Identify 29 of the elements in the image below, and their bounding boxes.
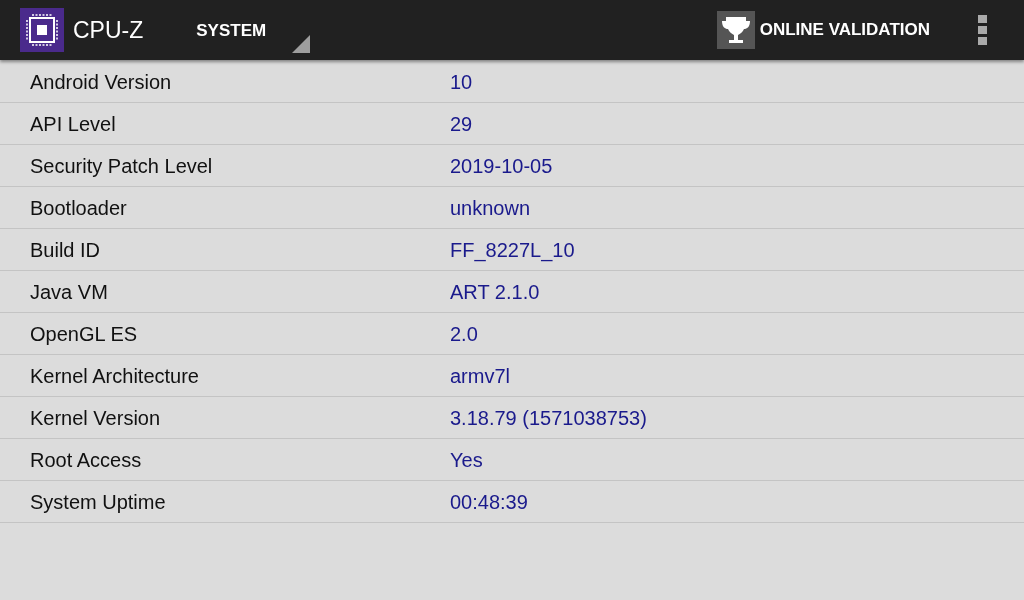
row-label: Kernel Architecture: [30, 363, 200, 389]
online-validation-button[interactable]: ONLINE VALIDATION: [716, 11, 930, 49]
trophy-icon: [716, 11, 755, 49]
row-value: 00:48:39: [450, 489, 528, 515]
row-label: Android Version: [30, 69, 173, 95]
row-value: ART 2.1.0: [450, 279, 540, 305]
row-label: API Level: [30, 111, 117, 137]
row-value: 2019-10-05: [450, 153, 553, 179]
row-value: 2.0: [450, 321, 478, 347]
row-label: Security Patch Level: [30, 153, 214, 179]
section-dropdown[interactable]: SYSTEM: [196, 5, 311, 55]
row-label: Build ID: [30, 237, 102, 263]
dropdown-corner-icon: [292, 35, 311, 53]
row-label: Bootloader: [30, 195, 128, 221]
row-label: OpenGL ES: [30, 321, 139, 347]
row-value: unknown: [450, 195, 531, 221]
chip-icon: [20, 8, 64, 52]
row-value: 29: [450, 111, 473, 137]
row-value: 10: [450, 69, 473, 95]
overflow-menu-icon[interactable]: [978, 15, 987, 45]
row-label: Java VM: [30, 279, 109, 305]
row-value: 3.18.79 (1571038753): [450, 405, 647, 431]
row-label: Root Access: [30, 447, 143, 473]
row-label: Kernel Version: [30, 405, 162, 431]
row-value: Yes: [450, 447, 483, 473]
row-value: armv7l: [450, 363, 510, 389]
app-title: CPU-Z: [73, 15, 144, 45]
row-value: FF_8227L_10: [450, 237, 575, 264]
row-label: System Uptime: [30, 489, 167, 515]
